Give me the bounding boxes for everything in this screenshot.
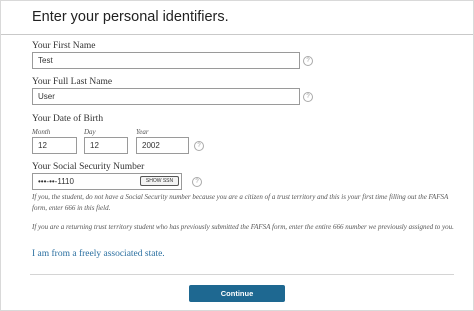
ssn-help-icon[interactable]: ? — [192, 177, 202, 187]
show-ssn-button[interactable]: SHOW SSN — [140, 176, 179, 186]
dob-year-label: Year — [136, 128, 149, 136]
header: Enter your personal identifiers. — [1, 1, 473, 35]
ssn-note-returning: If you are a returning trust territory s… — [32, 223, 454, 231]
ssn-label: Your Social Security Number — [32, 162, 145, 172]
continue-button[interactable]: Continue — [189, 285, 285, 302]
first-name-input[interactable]: Test — [32, 52, 300, 69]
first-name-help-icon[interactable]: ? — [303, 56, 313, 66]
divider — [30, 274, 454, 275]
dob-label: Your Date of Birth — [32, 114, 104, 124]
dob-month-label: Month — [32, 128, 51, 136]
last-name-label: Your Full Last Name — [32, 77, 113, 87]
dob-year-input[interactable]: 2002 — [136, 137, 189, 154]
page-title: Enter your personal identifiers. — [32, 9, 229, 25]
last-name-help-icon[interactable]: ? — [303, 92, 313, 102]
form-panel: Enter your personal identifiers. Your Fi… — [0, 0, 474, 311]
dob-day-label: Day — [84, 128, 96, 136]
dob-month-input[interactable]: 12 — [32, 137, 77, 154]
dob-help-icon[interactable]: ? — [194, 141, 204, 151]
freely-associated-state-link[interactable]: I am from a freely associated state. — [32, 249, 165, 259]
dob-day-input[interactable]: 12 — [84, 137, 128, 154]
first-name-label: Your First Name — [32, 41, 96, 51]
ssn-note-first-time: If you, the student, do not have a Socia… — [32, 193, 449, 212]
last-name-input[interactable]: User — [32, 88, 300, 105]
